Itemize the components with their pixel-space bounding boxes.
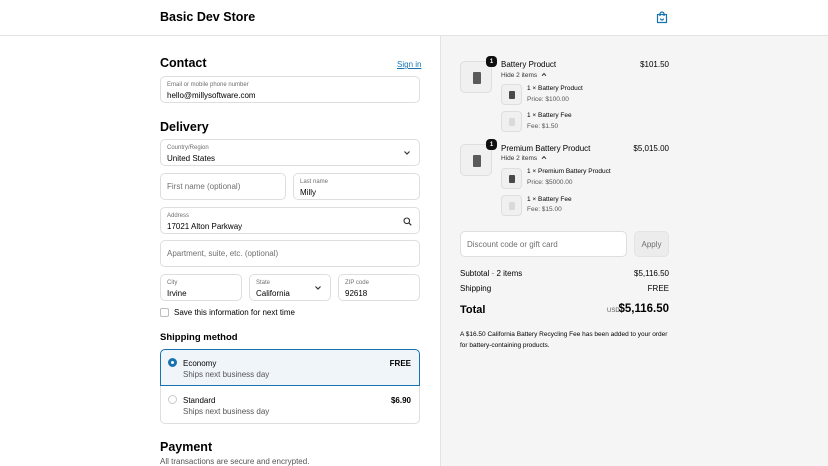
discount-placeholder: Discount code or gift card — [467, 239, 558, 249]
subtotal-label: Subtotal · 2 items — [460, 269, 523, 278]
subtotal-value: $5,116.50 — [634, 269, 669, 278]
sub-item-thumbnail — [501, 84, 522, 105]
sub-item-line: 1 × Premium Battery Product — [527, 168, 611, 175]
shipping-option-name: Economy — [183, 359, 217, 368]
country-value: United States — [167, 154, 216, 163]
battery-image — [473, 155, 481, 167]
payment-title: Payment — [160, 440, 213, 454]
product-thumbnail: 1 — [460, 139, 497, 176]
sub-item-line: 1 × Battery Fee — [527, 196, 572, 203]
shipping-method-title: Shipping method — [160, 332, 238, 343]
total-value: $5,116.50 — [618, 303, 669, 315]
shipping-value: FREE — [647, 284, 669, 293]
recycling-fee-note: A $16.50 California Battery Recycling Fe… — [460, 331, 668, 349]
shipping-option-standard[interactable]: Standard Ships next business day $6.90 — [160, 386, 420, 424]
sub-item-line: 1 × Battery Fee — [527, 112, 572, 119]
hide-items-label: Hide 2 items — [501, 155, 538, 162]
chevron-up-icon — [541, 155, 547, 160]
sub-item-detail: Fee: $1.50 — [527, 123, 559, 130]
apply-button[interactable]: Apply — [634, 231, 669, 257]
radio-selected[interactable] — [168, 358, 177, 367]
sign-in-link[interactable]: Sign in — [397, 60, 421, 69]
product-price: $5,015.00 — [633, 144, 669, 153]
shipping-options: Economy Ships next business day FREE Sta… — [160, 349, 420, 424]
sub-item-thumbnail — [501, 111, 522, 132]
city-value: Irvine — [167, 289, 187, 298]
sub-item-detail: Price: $100.00 — [527, 96, 569, 103]
shopping-bag-icon[interactable] — [656, 11, 668, 24]
email-field[interactable]: Email or mobile phone number hello@milly… — [160, 76, 420, 103]
header: Basic Dev Store — [0, 0, 828, 36]
hide-items-toggle[interactable]: Hide 2 items — [501, 155, 547, 162]
address-value: 17021 Alton Parkway — [167, 222, 243, 231]
product-name: Premium Battery Product — [501, 144, 591, 153]
quantity-badge: 1 — [486, 56, 497, 67]
contact-title: Contact — [160, 56, 207, 70]
sub-item-line: 1 × Battery Product — [527, 85, 583, 92]
chevron-down-icon — [404, 150, 410, 155]
last-name-label: Last name — [300, 179, 329, 185]
shipping-option-price: FREE — [389, 359, 411, 368]
product-name: Battery Product — [501, 60, 557, 69]
chevron-down-icon — [315, 285, 321, 290]
battery-image — [473, 72, 481, 84]
shipping-option-sub: Ships next business day — [183, 370, 270, 379]
fee-image — [509, 202, 515, 210]
apartment-field[interactable]: Apartment, suite, etc. (optional) — [160, 240, 420, 267]
state-value: California — [256, 289, 290, 298]
last-name-value: Milly — [300, 188, 316, 197]
chevron-up-icon — [541, 72, 547, 77]
shipping-label: Shipping — [460, 284, 492, 293]
battery-image — [509, 91, 515, 99]
address-label: Address — [167, 213, 190, 219]
zip-field[interactable]: ZIP code 92618 — [338, 274, 420, 301]
shipping-option-economy[interactable]: Economy Ships next business day FREE — [160, 349, 420, 386]
zip-label: ZIP code — [345, 280, 369, 286]
discount-code-input[interactable]: Discount code or gift card — [460, 231, 627, 257]
hide-items-toggle[interactable]: Hide 2 items — [501, 72, 547, 79]
payment-subtitle: All transactions are secure and encrypte… — [160, 457, 310, 466]
state-select[interactable]: State California — [249, 274, 331, 301]
country-label: Country/Region — [167, 145, 209, 151]
hide-items-label: Hide 2 items — [501, 72, 538, 79]
first-name-field[interactable]: First name (optional) — [160, 173, 286, 200]
save-info-label[interactable]: Save this information for next time — [174, 308, 295, 317]
sub-item-detail: Fee: $15.00 — [527, 206, 562, 213]
email-label: Email or mobile phone number — [167, 82, 249, 88]
sub-item-thumbnail — [501, 168, 522, 189]
state-label: State — [256, 280, 271, 286]
country-select[interactable]: Country/Region United States — [160, 139, 420, 166]
search-icon[interactable] — [403, 217, 412, 226]
first-name-placeholder: First name (optional) — [167, 182, 241, 191]
fee-image — [509, 118, 515, 126]
last-name-field[interactable]: Last name Milly — [293, 173, 420, 200]
shipping-option-sub: Ships next business day — [183, 407, 270, 416]
product-thumbnail: 1 — [460, 56, 497, 93]
product-price: $101.50 — [640, 60, 669, 69]
store-name[interactable]: Basic Dev Store — [160, 10, 255, 24]
address-field[interactable]: Address 17021 Alton Parkway — [160, 207, 420, 234]
sub-item-detail: Price: $5000.00 — [527, 179, 573, 186]
city-field[interactable]: City Irvine — [160, 274, 242, 301]
radio-unselected[interactable] — [168, 395, 177, 404]
city-label: City — [167, 280, 178, 286]
battery-image — [509, 175, 515, 183]
email-value: hello@millysoftware.com — [167, 91, 256, 100]
apartment-placeholder: Apartment, suite, etc. (optional) — [167, 249, 279, 258]
save-info-checkbox[interactable] — [160, 308, 169, 317]
shipping-option-price: $6.90 — [390, 396, 411, 405]
delivery-title: Delivery — [160, 120, 209, 134]
quantity-badge: 1 — [486, 139, 497, 150]
sub-item-thumbnail — [501, 195, 522, 216]
shipping-option-name: Standard — [183, 396, 216, 405]
zip-value: 92618 — [345, 289, 368, 298]
total-label: Total — [460, 304, 486, 316]
